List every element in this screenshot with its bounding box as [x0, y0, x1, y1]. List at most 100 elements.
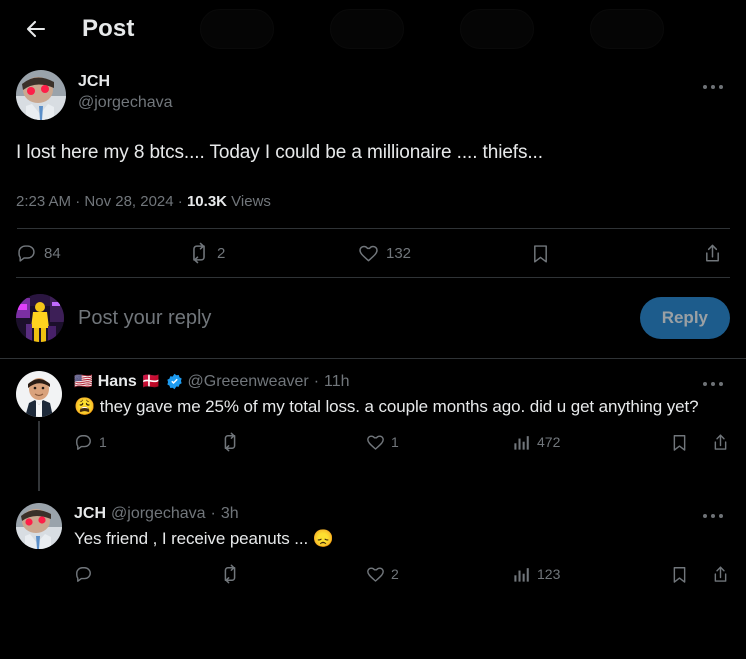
analytics-icon [514, 567, 529, 582]
page-title: Post [82, 15, 135, 42]
more-dot [711, 382, 715, 386]
ghost-pill [330, 9, 404, 49]
share-action[interactable] [711, 565, 730, 584]
like-action[interactable]: 1 [366, 433, 512, 452]
retweet-action[interactable] [220, 432, 366, 452]
reply-icon [18, 244, 35, 262]
flag-us-icon: 🇺🇸 [74, 373, 93, 390]
retweet-icon [224, 564, 236, 584]
ghost-pill [460, 9, 534, 49]
like-action[interactable]: 2 [366, 565, 512, 584]
heart-icon [359, 245, 378, 261]
bookmark-action[interactable] [670, 433, 689, 452]
meta-separator: · [173, 193, 187, 210]
heart-icon [367, 566, 384, 582]
header-ghost-elements [200, 0, 746, 58]
retweet-icon [224, 432, 236, 452]
post-time: 2:23 AM [16, 193, 72, 210]
reply-icon [76, 434, 91, 450]
reply-more-button[interactable] [696, 503, 730, 529]
reply-time-separator: · [313, 373, 320, 390]
reply-item: 🇺🇸 Hans 🇩🇰 @Greeenweaver · 11h 😩 they ga… [0, 359, 746, 491]
post-text: I lost here my 8 btcs.... Today I could … [16, 142, 543, 163]
views-count: 123 [537, 566, 561, 582]
reply-more-button[interactable] [696, 371, 730, 397]
reply-composer: Post your reply Reply [0, 278, 746, 358]
like-count: 132 [386, 244, 412, 262]
flag-dk-icon: 🇩🇰 [141, 373, 161, 390]
reply-text: 😩 they gave me 25% of my total loss. a c… [74, 394, 730, 419]
reply-avatar-column [16, 371, 62, 491]
share-action[interactable] [711, 433, 730, 452]
post-views-count: 10.3K [186, 193, 227, 210]
reply-handle: @Greeenweaver [187, 373, 309, 390]
more-dot [711, 85, 715, 89]
more-dot [719, 514, 723, 518]
reply-time-separator: · [210, 505, 216, 522]
page-header: Post [0, 0, 746, 58]
reply-timestamp: 3h [220, 505, 239, 522]
views-action[interactable]: 123 [512, 565, 658, 584]
more-dot [703, 514, 707, 518]
reply-content: JCH @jorgechava · 3h Yes friend , I rece… [74, 503, 730, 599]
share-action[interactable] [702, 243, 730, 264]
more-dot [703, 382, 707, 386]
reply-action-bar: 1 1 472 [74, 421, 730, 463]
reply-avatar-column [16, 503, 62, 599]
more-dot [719, 85, 723, 89]
analytics-icon [514, 435, 529, 450]
reply-action[interactable]: 84 [16, 243, 188, 264]
like-action[interactable]: 132 [358, 243, 530, 264]
reply-input[interactable]: Post your reply [78, 307, 640, 330]
retweet-count: 2 [217, 244, 226, 262]
post-more-button[interactable] [696, 74, 730, 100]
reply-display-name: Hans [97, 373, 137, 390]
reply-display-name: JCH [74, 505, 107, 522]
post-date: Nov 28, 2024 [84, 193, 174, 210]
ghost-pill [200, 9, 274, 49]
post-handle: @jorgechava [78, 94, 173, 111]
hans-avatar-image [16, 371, 62, 417]
views-action[interactable]: 472 [512, 433, 658, 452]
reply-action[interactable] [74, 565, 220, 584]
share-icon [714, 566, 727, 582]
avatar[interactable] [16, 70, 66, 120]
post-action-bar: 84 2 132 [16, 229, 730, 277]
jch-avatar-image [16, 503, 62, 549]
more-dot [711, 514, 715, 518]
back-button[interactable] [16, 9, 56, 49]
verified-badge-icon [166, 373, 183, 390]
arrow-left-icon [26, 20, 46, 38]
retweet-action[interactable]: 2 [188, 242, 358, 264]
avatar[interactable] [16, 294, 64, 342]
reply-submit-button[interactable]: Reply [639, 297, 730, 339]
bookmark-icon [673, 566, 686, 583]
avatar[interactable] [16, 371, 62, 417]
share-icon [706, 244, 719, 262]
user-avatar-image [16, 294, 64, 342]
reply-action[interactable]: 1 [74, 433, 220, 452]
post-display-name: JCH [78, 73, 111, 90]
reply-icon [76, 566, 91, 582]
avatar[interactable] [16, 503, 62, 549]
post-author-names: JCH @jorgechava [78, 70, 173, 114]
bookmark-action[interactable] [530, 243, 698, 264]
bookmark-icon [534, 244, 547, 263]
reply-timestamp: 11h [324, 373, 350, 390]
post-metadata: 2:23 AM · Nov 28, 2024 · 10.3K Views [16, 192, 730, 212]
bookmark-action[interactable] [670, 565, 689, 584]
reply-count: 84 [44, 244, 61, 262]
share-icon [714, 434, 727, 450]
reply-count: 1 [99, 434, 107, 450]
weary-face-emoji: 😩 [74, 397, 96, 416]
reply-handle: @jorgechava [111, 505, 206, 522]
views-count: 472 [537, 434, 561, 450]
reply-item: JCH @jorgechava · 3h Yes friend , I rece… [0, 491, 746, 599]
retweet-action[interactable] [220, 564, 366, 584]
more-dot [719, 382, 723, 386]
reply-text-body: they gave me 25% of my total loss. a cou… [95, 397, 699, 416]
disappointed-face-emoji: 😞 [312, 529, 334, 548]
like-count: 1 [391, 434, 399, 450]
reply-content: 🇺🇸 Hans 🇩🇰 @Greeenweaver · 11h 😩 they ga… [74, 371, 730, 491]
thread-connector-line [38, 421, 40, 491]
